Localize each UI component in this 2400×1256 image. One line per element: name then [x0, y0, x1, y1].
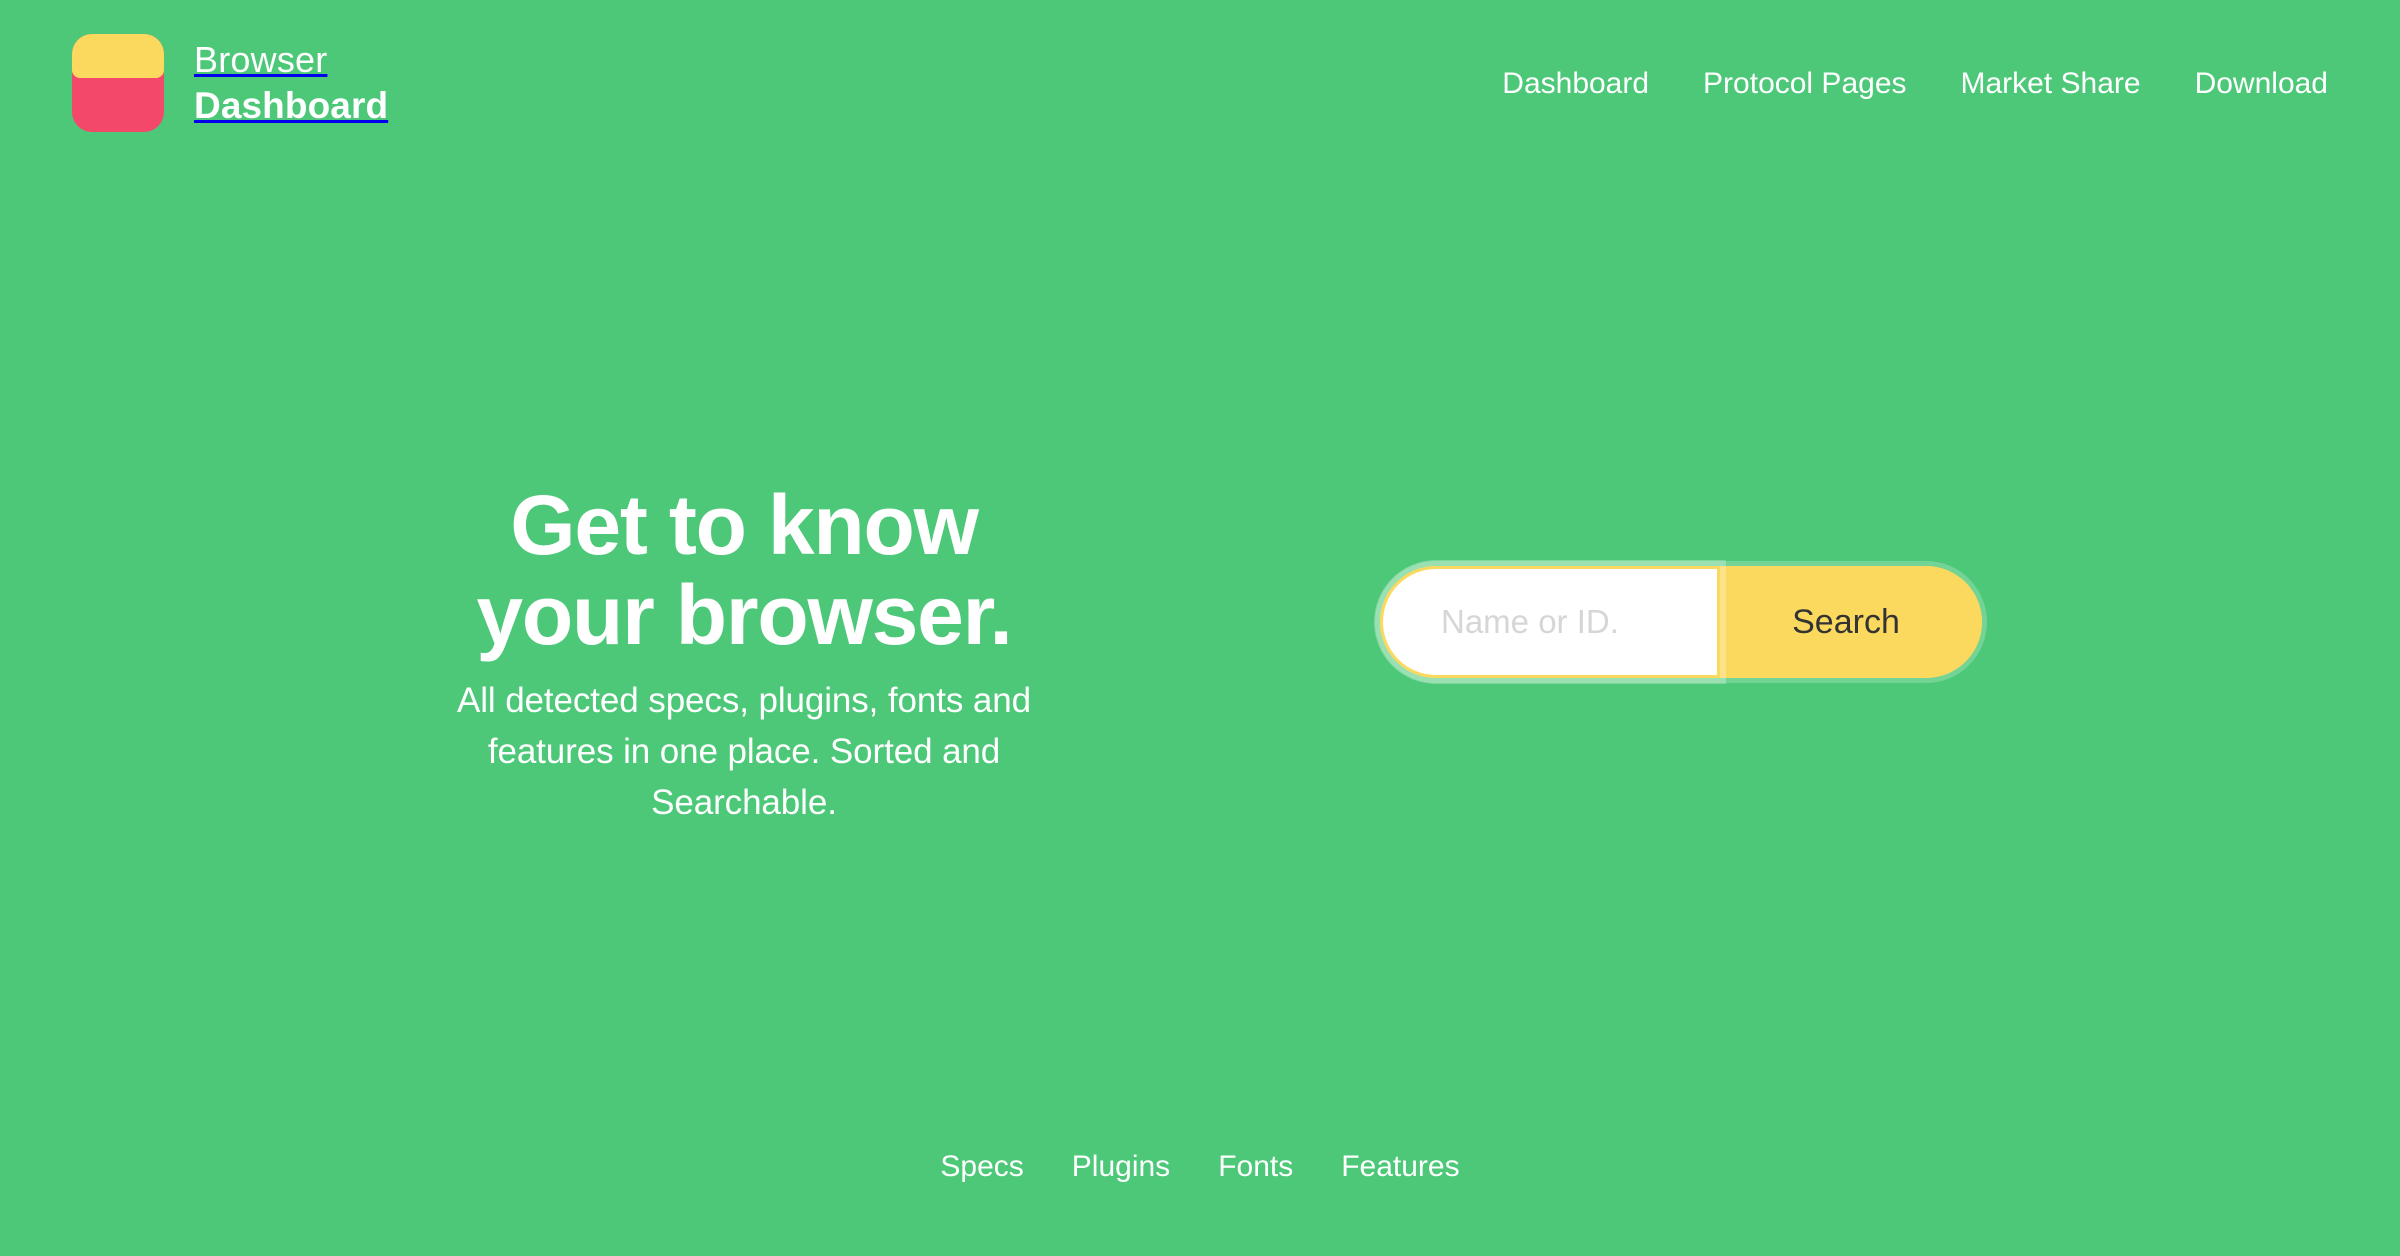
footer-link-specs[interactable]: Specs: [916, 1144, 1047, 1190]
hero-copy: Get to know your browser. All detected s…: [394, 478, 1094, 828]
nav-item-dashboard[interactable]: Dashboard: [1475, 59, 1676, 109]
footer-link-features[interactable]: Features: [1317, 1144, 1483, 1190]
brand-line-2: Dashboard: [194, 85, 389, 126]
brand-line-1: Browser: [194, 39, 328, 80]
brand-logo-link[interactable]: Browser Dashboard: [72, 34, 388, 132]
nav-item-download[interactable]: Download: [2168, 59, 2338, 109]
hero-section: Get to know your browser. All detected s…: [0, 172, 2400, 1106]
main-nav: Dashboard Protocol Pages Market Share Do…: [1475, 59, 2338, 109]
search-area: Search: [1380, 481, 2020, 678]
nav-item-protocol-pages[interactable]: Protocol Pages: [1676, 59, 1933, 109]
footer-link-plugins[interactable]: Plugins: [1048, 1144, 1194, 1190]
search-form: Search: [1380, 566, 1982, 678]
hero-title-line-2: your browser.: [476, 567, 1012, 662]
search-input[interactable]: [1380, 566, 1720, 678]
site-header: Browser Dashboard Dashboard Protocol Pag…: [0, 0, 2400, 172]
hero-title-line-1: Get to know: [510, 478, 979, 572]
footer-nav: Specs Plugins Fonts Features: [916, 1144, 1483, 1190]
browser-window-icon: [72, 34, 164, 132]
footer-link-fonts[interactable]: Fonts: [1194, 1144, 1317, 1190]
nav-item-market-share[interactable]: Market Share: [1934, 59, 2168, 109]
site-footer: Specs Plugins Fonts Features: [0, 1106, 2400, 1256]
hero-subtitle: All detected specs, plugins, fonts and f…: [456, 680, 1032, 822]
page-title: Get to know your browser.: [394, 478, 1094, 662]
page-root: Browser Dashboard Dashboard Protocol Pag…: [0, 0, 2400, 1256]
logo-titlebar-shape: [72, 34, 164, 78]
search-button[interactable]: Search: [1720, 566, 1982, 678]
hero-inner: Get to know your browser. All detected s…: [380, 478, 2020, 828]
brand-text: Browser Dashboard: [194, 39, 389, 126]
